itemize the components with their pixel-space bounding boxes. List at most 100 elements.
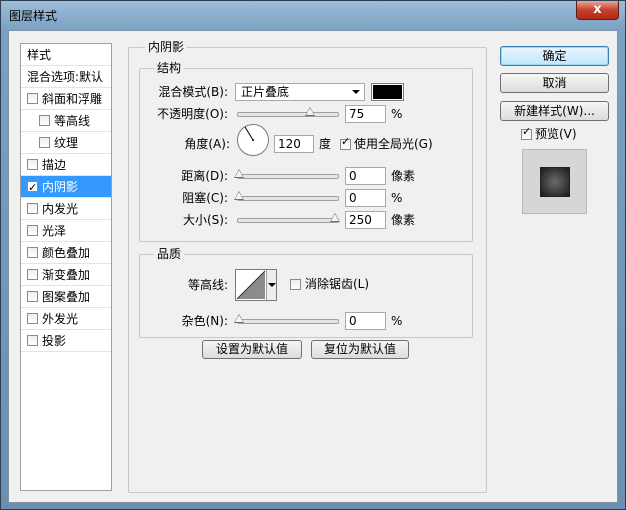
style-item-label: 内发光 — [42, 202, 79, 216]
style-item-checkbox[interactable] — [27, 177, 38, 199]
choke-label: 阻塞(C): — [182, 191, 228, 205]
layer-style-dialog: 图层样式 x 样式 混合选项:默认 斜面和浮雕等高线纹理描边内阴影内发光光泽颜色… — [0, 0, 626, 510]
style-item-checkbox[interactable] — [27, 335, 38, 346]
style-item-label: 描边 — [42, 158, 67, 172]
angle-dial[interactable] — [236, 123, 270, 157]
noise-slider-thumb[interactable] — [234, 314, 244, 323]
style-item-label: 斜面和浮雕 — [42, 92, 103, 106]
title-bar[interactable]: 图层样式 x — [1, 1, 625, 29]
style-item-label: 等高线 — [54, 114, 91, 128]
preview-checkbox[interactable] — [521, 125, 532, 140]
style-item-checkbox[interactable] — [27, 159, 38, 170]
shadow-color-swatch[interactable] — [371, 83, 404, 101]
noise-unit: % — [391, 314, 403, 328]
size-input[interactable]: 250 — [345, 211, 386, 229]
dialog-body: 样式 混合选项:默认 斜面和浮雕等高线纹理描边内阴影内发光光泽颜色叠加渐变叠加图… — [8, 30, 618, 503]
style-item-label: 颜色叠加 — [42, 246, 91, 260]
blend-options-label: 混合选项:默认 — [27, 70, 104, 84]
close-button[interactable]: x — [576, 1, 619, 20]
style-item[interactable]: 描边 — [21, 154, 111, 176]
size-slider-thumb[interactable] — [330, 213, 340, 222]
size-unit: 像素 — [391, 213, 416, 227]
new-style-button[interactable]: 新建样式(W)... — [500, 101, 609, 121]
style-item[interactable]: 图案叠加 — [21, 286, 111, 308]
noise-slider[interactable] — [234, 314, 339, 324]
style-item[interactable]: 内发光 — [21, 198, 111, 220]
blend-mode-value: 正片叠底 — [241, 85, 290, 99]
chevron-down-icon — [352, 90, 360, 94]
window-title: 图层样式 — [9, 9, 58, 23]
preview-swatch — [540, 167, 570, 197]
distance-input[interactable]: 0 — [345, 167, 386, 185]
choke-input[interactable]: 0 — [345, 189, 386, 207]
structure-group: 结构 混合模式(B): 正片叠底 不透明度(O): 75 % 角度(A): 12… — [139, 61, 473, 242]
style-item-checkbox[interactable] — [27, 225, 38, 236]
set-default-button[interactable]: 设置为默认值 — [202, 340, 302, 359]
noise-input[interactable]: 0 — [345, 312, 386, 330]
reset-default-button[interactable]: 复位为默认值 — [311, 340, 409, 359]
angle-unit: 度 — [319, 137, 332, 151]
style-item-checkbox[interactable] — [27, 203, 38, 214]
style-preview — [522, 149, 587, 214]
angle-label: 角度(A): — [184, 137, 230, 151]
style-item-checkbox[interactable] — [27, 247, 38, 258]
style-item[interactable]: 内阴影 — [21, 176, 111, 199]
shadow-color-fill — [373, 85, 402, 99]
distance-slider[interactable] — [234, 169, 339, 179]
contour-picker[interactable] — [235, 269, 277, 301]
style-item[interactable]: 斜面和浮雕 — [21, 88, 111, 110]
style-item-label: 内阴影 — [42, 180, 79, 194]
style-list-header-label: 样式 — [27, 48, 52, 62]
inner-shadow-group: 内阴影 结构 混合模式(B): 正片叠底 不透明度(O): 75 % 角度(A)… — [128, 40, 487, 493]
quality-title: 品质 — [154, 247, 185, 261]
opacity-slider[interactable] — [237, 107, 339, 117]
chevron-down-icon — [268, 283, 276, 287]
distance-label: 距离(D): — [181, 169, 228, 183]
style-item-label: 光泽 — [42, 224, 67, 238]
style-item-label: 渐变叠加 — [42, 268, 91, 282]
opacity-label: 不透明度(O): — [157, 107, 228, 121]
choke-unit: % — [391, 191, 403, 205]
anti-alias-checkbox[interactable] — [290, 279, 301, 290]
style-item-checkbox[interactable] — [27, 291, 38, 302]
opacity-input[interactable]: 75 — [345, 105, 386, 123]
style-item-checkbox[interactable] — [39, 137, 50, 148]
noise-label: 杂色(N): — [181, 314, 228, 328]
distance-slider-thumb[interactable] — [234, 169, 244, 178]
style-item[interactable]: 投影 — [21, 330, 111, 352]
size-slider[interactable] — [237, 213, 340, 223]
cancel-button[interactable]: 取消 — [500, 73, 609, 93]
choke-slider-thumb[interactable] — [234, 191, 244, 200]
style-item-checkbox[interactable] — [39, 115, 50, 126]
quality-group: 品质 等高线: 消除锯齿(L) 杂色(N): 0 % — [139, 247, 473, 338]
style-item[interactable]: 渐变叠加 — [21, 264, 111, 286]
style-item-checkbox[interactable] — [27, 269, 38, 280]
opacity-slider-thumb[interactable] — [305, 107, 315, 116]
structure-title: 结构 — [154, 61, 185, 75]
contour-dropdown[interactable] — [266, 270, 276, 300]
style-item[interactable]: 等高线 — [21, 110, 111, 132]
style-item-checkbox[interactable] — [27, 313, 38, 324]
style-list: 样式 混合选项:默认 斜面和浮雕等高线纹理描边内阴影内发光光泽颜色叠加渐变叠加图… — [20, 43, 112, 491]
blend-options-item[interactable]: 混合选项:默认 — [21, 66, 111, 88]
size-label: 大小(S): — [182, 213, 228, 227]
style-list-header[interactable]: 样式 — [21, 44, 111, 66]
angle-input[interactable]: 120 — [274, 135, 314, 153]
ok-button[interactable]: 确定 — [500, 46, 609, 66]
opacity-unit: % — [391, 107, 403, 121]
inner-shadow-title: 内阴影 — [145, 40, 188, 54]
style-item[interactable]: 光泽 — [21, 220, 111, 242]
contour-label: 等高线: — [187, 278, 228, 292]
style-item[interactable]: 颜色叠加 — [21, 242, 111, 264]
global-light-checkbox[interactable] — [340, 135, 351, 150]
style-item[interactable]: 纹理 — [21, 132, 111, 154]
blend-mode-select[interactable]: 正片叠底 — [235, 83, 365, 101]
style-item-label: 纹理 — [54, 136, 79, 150]
style-item-label: 投影 — [42, 334, 67, 348]
blend-mode-label: 混合模式(B): — [158, 85, 228, 99]
anti-alias-label: 消除锯齿(L) — [305, 277, 370, 291]
style-item[interactable]: 外发光 — [21, 308, 111, 330]
distance-unit: 像素 — [391, 169, 416, 183]
style-item-checkbox[interactable] — [27, 93, 38, 104]
choke-slider[interactable] — [234, 191, 339, 201]
